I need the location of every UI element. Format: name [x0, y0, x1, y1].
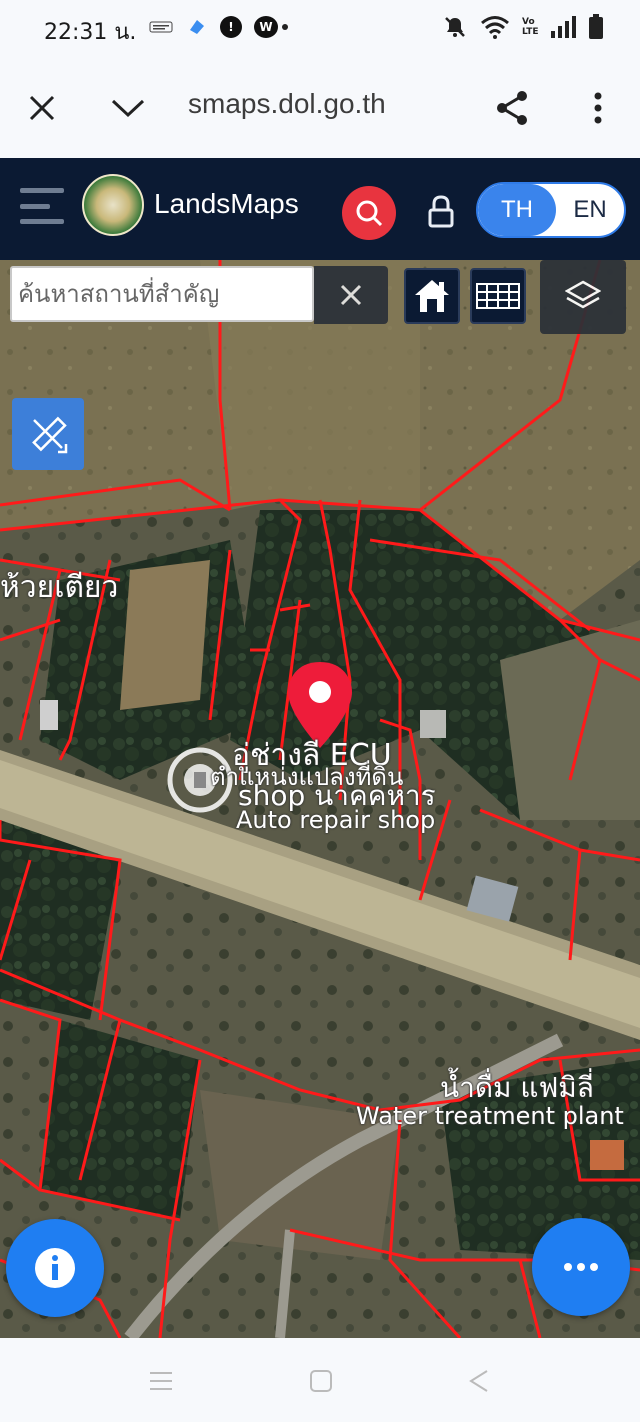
map-view[interactable]: ห้วยเตียว อู่ช่างลี ECU ตำแหน่งแปลงที่ดิ…: [0, 260, 640, 1338]
map-label-water-en: Water treatment plant: [356, 1102, 624, 1130]
home-button[interactable]: [404, 268, 460, 324]
collapse-button[interactable]: [106, 86, 150, 130]
w-app-icon: W: [254, 16, 278, 38]
place-search-field[interactable]: [10, 266, 314, 322]
menu-line: [20, 219, 64, 224]
home-nav-button[interactable]: [306, 1366, 336, 1396]
info-button[interactable]: [6, 1219, 104, 1317]
back-button[interactable]: [464, 1366, 494, 1396]
notification-icons: ! W: [148, 16, 288, 38]
close-icon: [29, 95, 55, 121]
ruler-pencil-icon: [32, 416, 68, 454]
lang-en-option[interactable]: EN: [556, 184, 624, 236]
chevron-down-icon: [111, 99, 145, 118]
grid-icon: [476, 283, 520, 309]
recents-icon: [150, 1372, 172, 1390]
search-clear-button[interactable]: [314, 266, 388, 324]
brand-title: LandsMaps: [154, 188, 299, 219]
app-header: LandsMaps TH EN: [0, 158, 640, 260]
mute-icon: [445, 17, 465, 37]
back-icon: [469, 1370, 488, 1392]
layers-icon: [565, 280, 601, 309]
url-display[interactable]: smaps.dol.go.th: [188, 88, 448, 120]
menu-line: [20, 188, 64, 193]
map-label-village: ห้วยเตียว: [0, 570, 119, 605]
lock-icon: [428, 195, 454, 228]
wifi-icon: [481, 16, 509, 39]
login-button[interactable]: [424, 194, 458, 230]
more-options-button[interactable]: [532, 1218, 630, 1316]
home-square-icon: [310, 1370, 332, 1392]
dol-logo: [82, 174, 144, 236]
close-icon: [340, 284, 362, 306]
language-toggle[interactable]: TH EN: [476, 182, 626, 238]
grab-merchant-icon: [148, 16, 174, 38]
system-nav-bar: [0, 1338, 640, 1422]
signal-icon: [551, 16, 576, 38]
lang-th-option[interactable]: TH: [478, 184, 556, 236]
search-button[interactable]: [342, 186, 396, 240]
share-button[interactable]: [490, 86, 534, 130]
more-horizontal-icon: [564, 1263, 598, 1271]
place-search-input[interactable]: [12, 268, 312, 320]
map-label-shop-en: Auto repair shop: [236, 806, 436, 834]
info-icon: [35, 1248, 75, 1288]
measure-tool-button[interactable]: [12, 398, 84, 470]
more-notifications-dot: [282, 24, 288, 30]
share-icon: [497, 91, 527, 125]
alert-icon: !: [220, 16, 242, 38]
battery-icon: [589, 14, 603, 39]
blue-app-icon: [186, 16, 208, 38]
status-bar: 22:31 น. ! W Vo LTE: [0, 0, 640, 58]
status-time: 22:31 น.: [44, 20, 137, 45]
system-icons: Vo LTE: [442, 14, 604, 40]
hamburger-menu-button[interactable]: [20, 188, 64, 224]
search-icon: [356, 200, 383, 227]
browser-menu-button[interactable]: [576, 86, 620, 130]
grid-button[interactable]: [470, 268, 526, 324]
close-tab-button[interactable]: [20, 86, 64, 130]
home-icon: [415, 280, 449, 312]
menu-line: [20, 203, 50, 209]
layers-button[interactable]: [540, 260, 626, 334]
browser-toolbar: smaps.dol.go.th: [0, 58, 640, 158]
volte-icon: Vo LTE: [522, 17, 539, 37]
recent-apps-button[interactable]: [146, 1366, 176, 1396]
more-vertical-icon: [594, 92, 602, 124]
